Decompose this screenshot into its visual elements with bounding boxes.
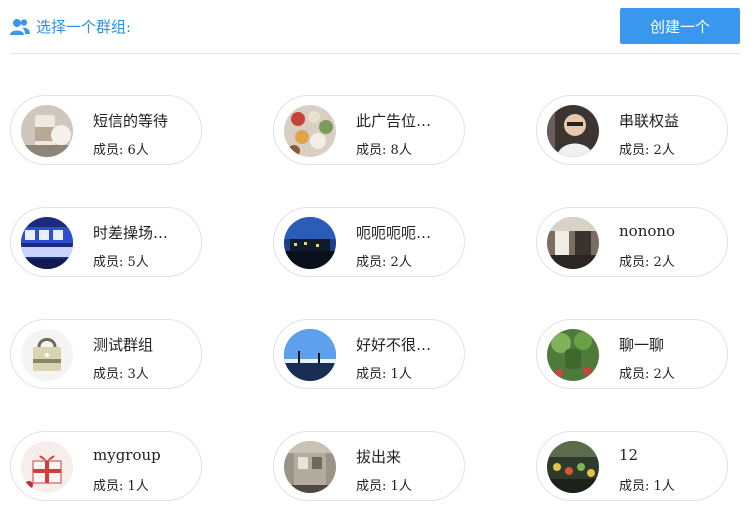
group-avatar [547,441,599,493]
group-name: mygroup [93,446,161,464]
group-grid: 短信的等待 成员: 6人 此广告位… 成员: 8人 串联权益 成员: 2人 时差… [0,0,755,523]
group-card[interactable]: 聊一聊 成员: 2人 [536,319,728,389]
group-avatar [547,217,599,269]
group-card[interactable]: 串联权益 成员: 2人 [536,95,728,165]
group-card[interactable]: 好好不很… 成员: 1人 [273,319,465,389]
group-avatar [21,329,73,381]
member-count: 成员: 1人 [356,367,412,382]
group-avatar [547,329,599,381]
group-card[interactable]: 呃呃呃呃… 成员: 2人 [273,207,465,277]
group-avatar [284,329,336,381]
group-name: 拔出来 [356,448,402,466]
member-count: 成员: 2人 [619,143,675,158]
group-name: 串联权益 [619,112,680,130]
member-count: 成员: 2人 [619,367,675,382]
member-count: 成员: 5人 [93,255,149,270]
member-count: 成员: 8人 [356,143,412,158]
group-name: 短信的等待 [93,112,169,130]
group-card[interactable]: nonono 成员: 2人 [536,207,728,277]
group-avatar [284,441,336,493]
member-count: 成员: 6人 [93,143,149,158]
member-count: 成员: 1人 [619,479,675,494]
member-count: 成员: 1人 [356,479,412,494]
group-card[interactable]: 12 成员: 1人 [536,431,728,501]
group-card[interactable]: 短信的等待 成员: 6人 [10,95,202,165]
member-count: 成员: 1人 [93,479,149,494]
member-count: 成员: 2人 [356,255,412,270]
group-name: nonono [619,222,676,240]
group-name: 12 [619,446,639,464]
group-card[interactable]: 测试群组 成员: 3人 [10,319,202,389]
group-avatar [21,441,73,493]
group-name: 聊一聊 [619,336,665,354]
group-avatar [21,217,73,269]
member-count: 成员: 3人 [93,367,149,382]
group-card[interactable]: mygroup 成员: 1人 [10,431,202,501]
group-name: 呃呃呃呃… [356,224,432,242]
group-avatar [284,105,336,157]
group-name: 好好不很… [356,336,432,354]
group-card[interactable]: 拔出来 成员: 1人 [273,431,465,501]
group-card[interactable]: 时差操场… 成员: 5人 [10,207,202,277]
group-avatar [284,217,336,269]
group-name: 测试群组 [93,336,154,354]
member-count: 成员: 2人 [619,255,675,270]
group-name: 时差操场… [93,224,169,242]
group-avatar [547,105,599,157]
group-avatar [21,105,73,157]
group-card[interactable]: 此广告位… 成员: 8人 [273,95,465,165]
group-name: 此广告位… [356,112,432,130]
